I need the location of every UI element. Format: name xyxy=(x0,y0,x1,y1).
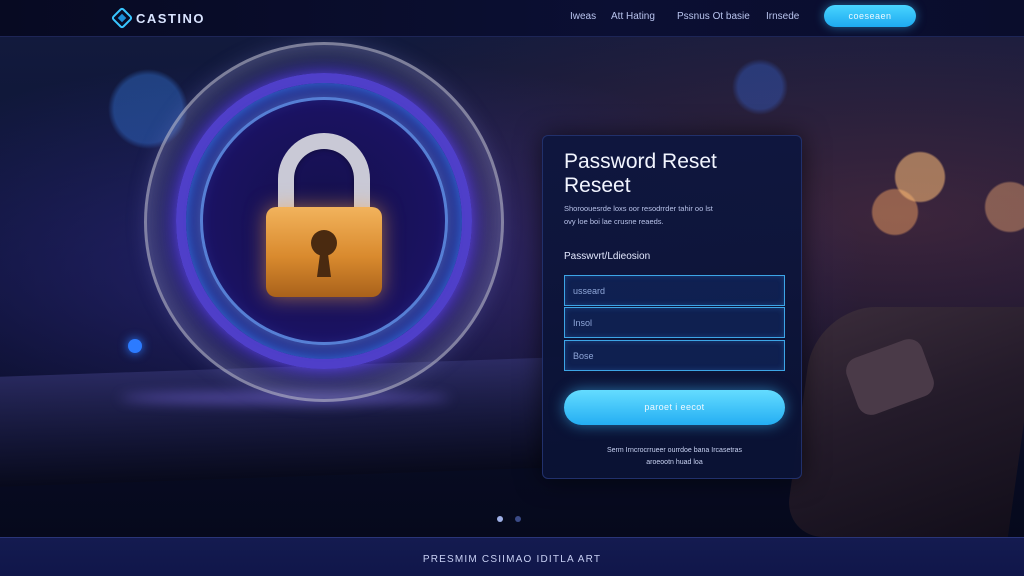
card-description-line-1: Shoroouesrde loxs oor resodrrder tahir o… xyxy=(564,204,713,213)
username-input[interactable] xyxy=(565,276,784,305)
footer-bar: PRESMIM CSIIMAO IDITLA ART xyxy=(0,537,1024,576)
footer-text: PRESMIM CSIIMAO IDITLA ART xyxy=(422,554,602,565)
top-navigation-bar: CASTINO Iweas Att Hating Pssnus Ot basie… xyxy=(0,0,1024,37)
nav-link-4[interactable]: Irnsede xyxy=(766,11,799,22)
nav-link-3[interactable]: Pssnus Ot basie xyxy=(677,11,750,22)
username-field[interactable] xyxy=(564,275,785,306)
logo-text: CASTINO xyxy=(136,10,205,26)
card-footer-line-1[interactable]: Serm Irncrocrrueer ourrdoe bana Ircasetr… xyxy=(564,445,785,457)
nav-link-1[interactable]: Iweas xyxy=(570,11,596,22)
hero-section: Password Reset Reseet Shoroouesrde loxs … xyxy=(0,37,1024,537)
card-footer-text: Serm Irncrocrrueer ourrdoe bana Ircasetr… xyxy=(564,445,785,469)
header-cta-button[interactable]: coeseaen xyxy=(824,5,916,27)
reset-password-button[interactable]: paroet i eecot xyxy=(564,390,785,425)
logo-icon xyxy=(110,6,134,30)
pagination-dot-active[interactable] xyxy=(497,516,503,522)
code-field[interactable] xyxy=(564,340,785,371)
field-label: Passwvrt/Ldieosion xyxy=(564,251,651,262)
card-description: Shoroouesrde loxs oor resodrrder tahir o… xyxy=(564,202,784,228)
glow-dot xyxy=(128,339,142,353)
email-input[interactable] xyxy=(565,308,784,337)
pagination-dot[interactable] xyxy=(515,516,521,522)
code-input[interactable] xyxy=(565,341,784,370)
card-title-line-2: Reseet xyxy=(564,174,631,197)
card-title: Password Reset Reseet xyxy=(564,150,784,198)
nav-link-2[interactable]: Att Hating xyxy=(611,11,655,22)
logo[interactable]: CASTINO xyxy=(110,6,205,30)
email-field[interactable] xyxy=(564,307,785,338)
card-footer-line-2[interactable]: aroeootn huad loa xyxy=(564,457,785,469)
card-title-line-1: Password Reset xyxy=(564,150,717,173)
password-reset-card: Password Reset Reseet Shoroouesrde loxs … xyxy=(542,135,802,479)
card-description-line-2: ovy loe boi lae crusne reaeds. xyxy=(564,217,664,226)
